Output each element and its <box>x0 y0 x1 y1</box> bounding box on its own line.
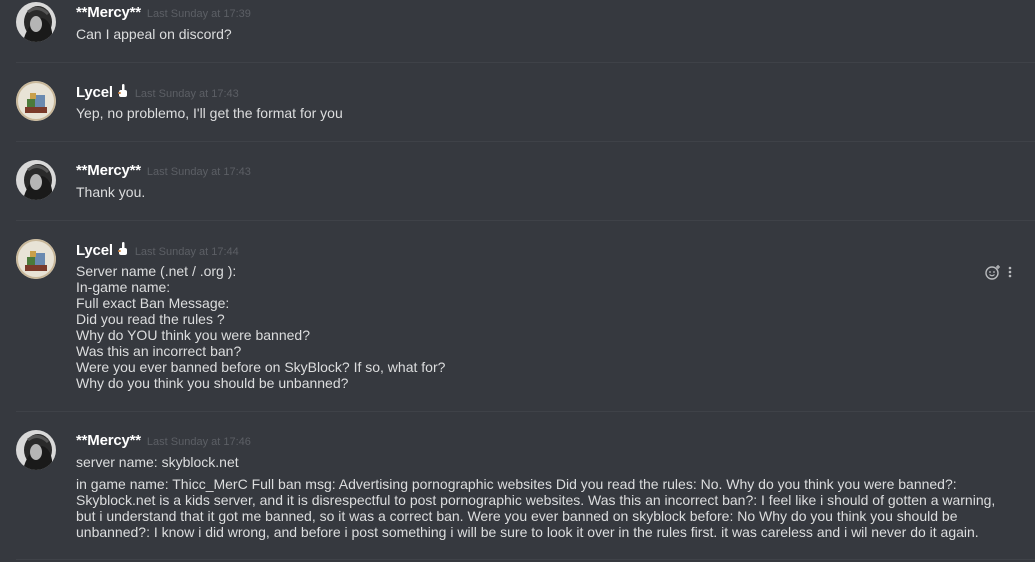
message-text-line: Were you ever banned before on SkyBlock?… <box>76 359 446 375</box>
message-text-line: In-game name: <box>76 279 171 295</box>
avatar-mercy[interactable] <box>16 2 56 42</box>
message-text-line: Was this an incorrect ban? <box>76 343 242 359</box>
message-divider <box>16 141 1035 142</box>
username[interactable]: Lycel <box>76 242 113 259</box>
avatar-lycel[interactable] <box>16 239 56 279</box>
message-text: Yep, no problemo, I'll get the format fo… <box>76 105 343 121</box>
message-text-line: Why do you think you should be unbanned? <box>76 375 349 391</box>
message-hover-actions <box>985 264 1013 280</box>
hand-icon <box>117 84 129 98</box>
add-reaction-icon[interactable] <box>985 264 1001 280</box>
message-text-line: Server name (.net / .org ): <box>76 263 237 279</box>
timestamp: Last Sunday at 17:46 <box>146 436 251 448</box>
timestamp: Last Sunday at 17:43 <box>146 166 251 178</box>
message-text-line: Did you read the rules ? <box>76 311 225 327</box>
username[interactable]: **Mercy** <box>76 162 141 179</box>
message-divider <box>16 559 1035 560</box>
message-text-line: server name: skyblock.net <box>76 454 239 470</box>
message-divider <box>16 220 1035 221</box>
timestamp: Last Sunday at 17:43 <box>134 88 239 100</box>
hand-icon <box>117 242 129 256</box>
username[interactable]: **Mercy** <box>76 432 141 449</box>
message-text-line: Full exact Ban Message: <box>76 295 230 311</box>
username[interactable]: **Mercy** <box>76 4 141 21</box>
timestamp: Last Sunday at 17:44 <box>134 246 239 258</box>
message-text: Thank you. <box>76 184 146 200</box>
username[interactable]: Lycel <box>76 84 113 101</box>
avatar-mercy[interactable] <box>16 160 56 200</box>
timestamp: Last Sunday at 17:39 <box>146 8 251 20</box>
avatar-lycel[interactable] <box>16 81 56 121</box>
avatar-mercy[interactable] <box>16 430 56 470</box>
message-text-line: Why do YOU think you were banned? <box>76 327 310 343</box>
message-text: Can I appeal on discord? <box>76 26 232 42</box>
chat-messages: **Mercy** Last Sunday at 17:39 Can I app… <box>0 0 1035 562</box>
message-divider <box>16 62 1035 63</box>
message-divider <box>16 411 1035 412</box>
message-text-paragraph: in game name: Thicc_MerC Full ban msg: A… <box>76 476 996 540</box>
more-options-icon[interactable] <box>1007 265 1013 279</box>
